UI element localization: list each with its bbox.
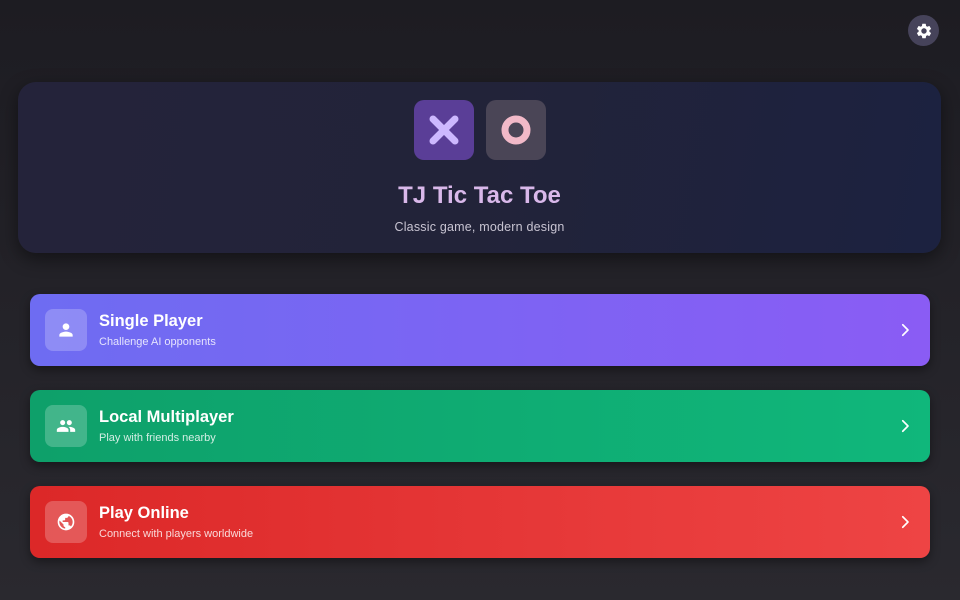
settings-button[interactable] (908, 15, 939, 46)
group-icon (56, 420, 76, 432)
mode-subtitle: Connect with players worldwide (99, 528, 254, 540)
chevron-right-icon (901, 419, 909, 433)
app-subtitle: Classic game, modern design (394, 220, 565, 234)
app-title: TJ Tic Tac Toe (398, 182, 561, 209)
o-tile (486, 100, 546, 160)
x-tile (414, 100, 474, 160)
play-online-button[interactable]: Play Online Connect with players worldwi… (30, 486, 930, 558)
person-icon (59, 323, 73, 337)
gear-icon (916, 23, 931, 38)
single-player-button[interactable]: Single Player Challenge AI opponents (30, 294, 930, 366)
mode-icon-box (45, 501, 87, 543)
hero-card: TJ Tic Tac Toe Classic game, modern desi… (18, 82, 941, 253)
mode-title: Play Online (99, 504, 189, 522)
o-icon (501, 115, 531, 145)
mode-title: Local Multiplayer (99, 408, 234, 426)
mode-title: Single Player (99, 312, 203, 330)
mode-subtitle: Challenge AI opponents (99, 336, 216, 348)
local-multiplayer-button[interactable]: Local Multiplayer Play with friends near… (30, 390, 930, 462)
globe-icon (57, 513, 75, 531)
mode-icon-box (45, 405, 87, 447)
mode-icon-box (45, 309, 87, 351)
x-icon (429, 115, 459, 145)
mode-subtitle: Play with friends nearby (99, 432, 216, 444)
chevron-right-icon (901, 515, 909, 529)
chevron-right-icon (901, 323, 909, 337)
